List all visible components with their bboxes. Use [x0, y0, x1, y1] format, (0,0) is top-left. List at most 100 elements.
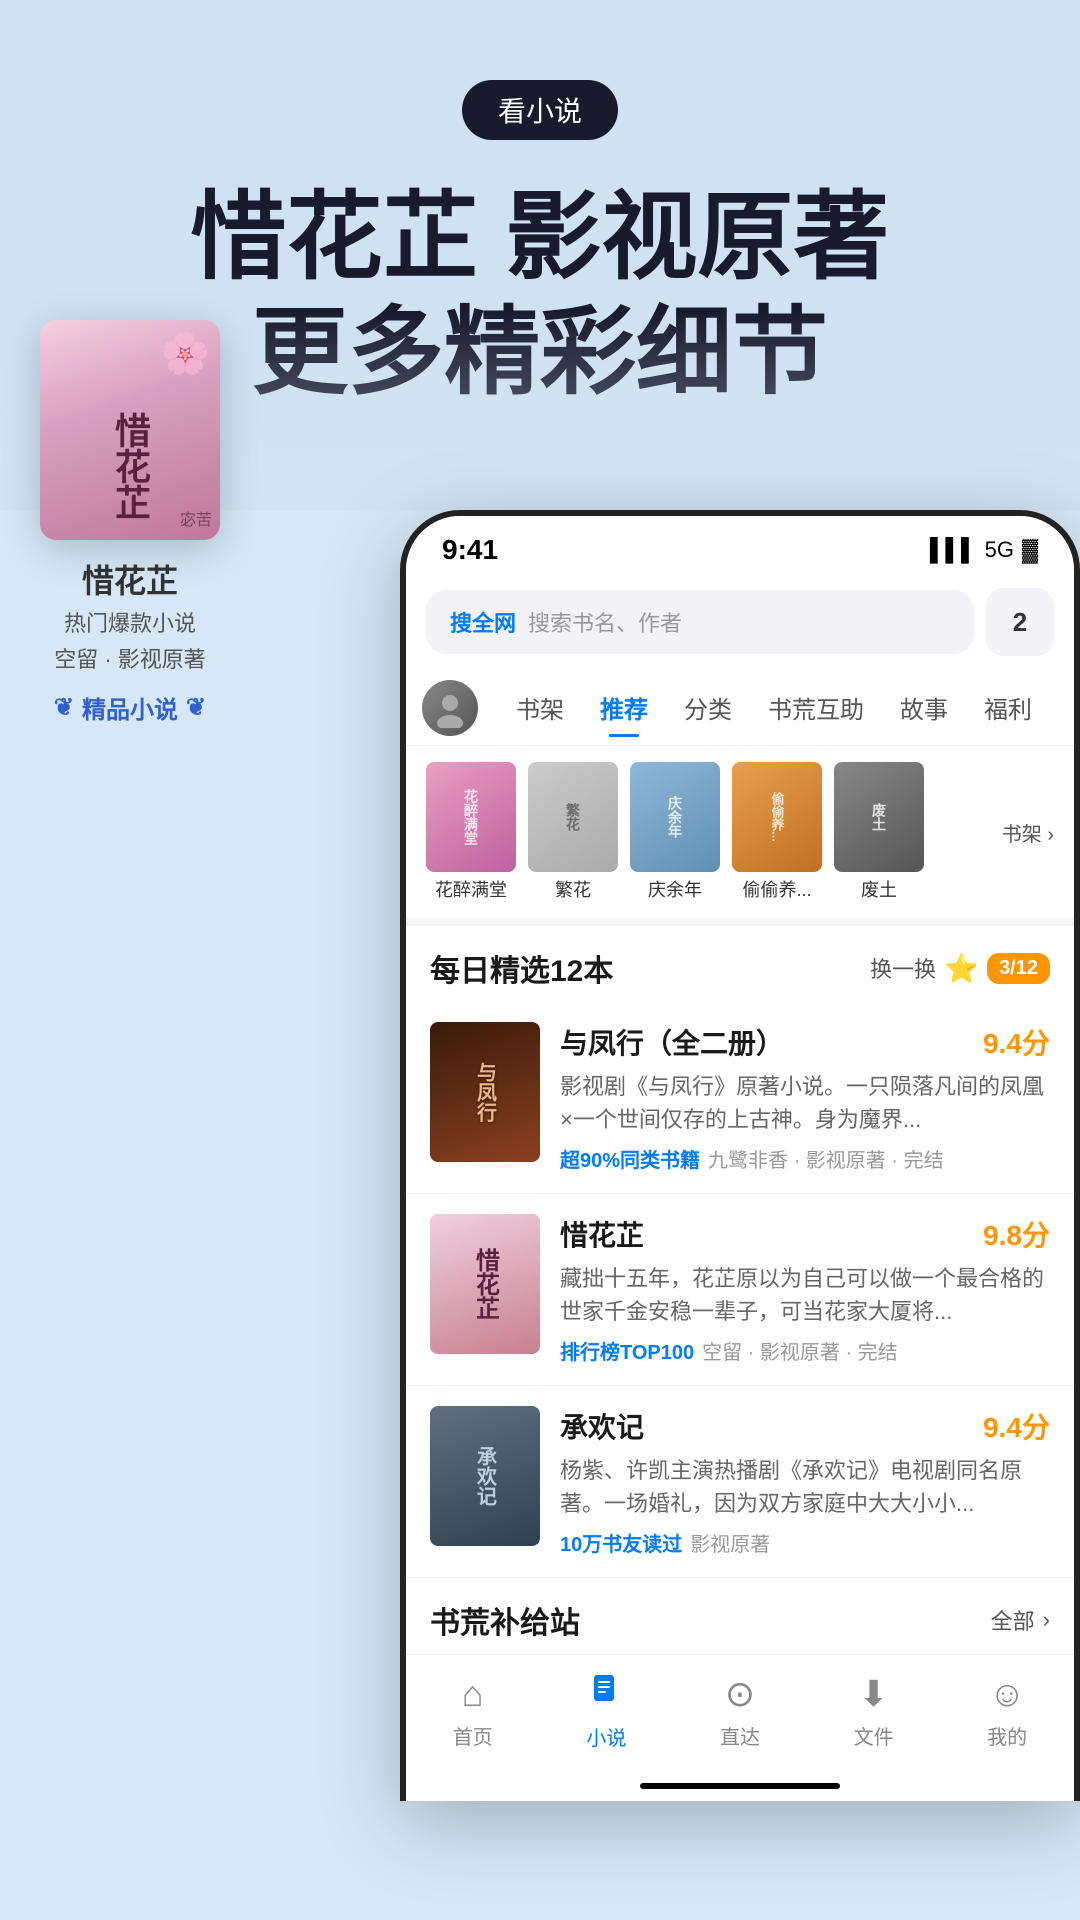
- star-icon: ⭐: [944, 952, 979, 985]
- book-desc-3: 杨紫、许凯主演热播剧《承欢记》电视剧同名原著。一场婚礼，因为双方家庭中大大小小.…: [560, 1454, 1050, 1520]
- premium-badge: 精品小说: [54, 690, 206, 725]
- book-score-2: 9.8分: [983, 1214, 1050, 1254]
- book-item-3[interactable]: 庆余年 庆余年: [630, 762, 720, 902]
- book-info-3: 承欢记 9.4分 杨紫、许凯主演热播剧《承欢记》电视剧同名原著。一场婚礼，因为双…: [560, 1406, 1050, 1557]
- signal-icon: ▌▌▌: [930, 537, 977, 563]
- book-info-2: 惜花芷 9.8分 藏拙十五年，花芷原以为自己可以做一个最合格的世家千金安稳一辈子…: [560, 1214, 1050, 1365]
- bookshelf-link-text: 书架 ›: [1002, 818, 1054, 847]
- left-book-cover: 🌸 惜花芷 宓苦: [40, 320, 220, 540]
- search-placeholder: 搜索书名、作者: [528, 606, 682, 638]
- app-tag-badge: 看小说: [462, 80, 618, 140]
- network-icon: 5G: [985, 537, 1014, 563]
- bottom-nav-novel[interactable]: 小说: [566, 1671, 646, 1751]
- book-desc-2: 藏拙十五年，花芷原以为自己可以做一个最合格的世家千金安稳一辈子，可当花家大厦将.…: [560, 1262, 1050, 1328]
- nav-avatar[interactable]: [422, 680, 478, 736]
- book-title-row-2: 惜花芷 9.8分: [560, 1214, 1050, 1254]
- book-thumb-5: 废土: [834, 762, 924, 872]
- supply-title: 书荒补给站: [430, 1598, 580, 1642]
- status-icons: ▌▌▌ 5G ▓: [930, 537, 1038, 563]
- supply-section-header: 书荒补给站 全部 ›: [406, 1578, 1074, 1654]
- left-book-subtitle: 热门爆款小说: [64, 606, 196, 638]
- supply-action[interactable]: 全部 ›: [991, 1604, 1050, 1636]
- book-title-row-1: 与凤行（全二册） 9.4分: [560, 1022, 1050, 1062]
- tab-welfare[interactable]: 福利: [966, 678, 1050, 737]
- book-tags-3: 10万书友读过 影视原著: [560, 1528, 1050, 1557]
- book-tag-blue-3: 10万书友读过: [560, 1528, 682, 1557]
- book-title-2: 惜花芷: [560, 1214, 644, 1254]
- action-label: 换一换: [870, 952, 936, 984]
- left-book-subtitle2: 空留 · 影视原著: [54, 642, 206, 674]
- search-bar: 搜全网 搜索书名、作者 2: [406, 574, 1074, 670]
- home-icon: ⌂: [462, 1673, 484, 1715]
- book-score-1: 9.4分: [983, 1022, 1050, 1062]
- profile-icon: ☺: [989, 1673, 1026, 1715]
- novel-icon: [588, 1671, 624, 1716]
- book-thumb-4: 偷偷养...: [732, 762, 822, 872]
- book-item-2[interactable]: 繁花 繁花: [528, 762, 618, 902]
- supply-action-label: 全部: [991, 1604, 1035, 1636]
- bottom-nav-home-label: 首页: [453, 1721, 493, 1750]
- book-tag-gray-1: 九鹭非香 · 影视原著 · 完结: [708, 1144, 944, 1173]
- bottom-nav-direct[interactable]: ⊙ 直达: [700, 1673, 780, 1750]
- book-info-1: 与凤行（全二册） 9.4分 影视剧《与凤行》原著小说。一只陨落凡间的凤凰×一个世…: [560, 1022, 1050, 1173]
- book-tag-blue-1: 超90%同类书籍: [560, 1144, 700, 1173]
- book-label-2: 繁花: [555, 876, 591, 902]
- bottom-nav-direct-label: 直达: [720, 1721, 760, 1750]
- bottom-nav: ⌂ 首页 小说 ⊙ 直达 ⬇ 文件: [406, 1654, 1074, 1775]
- status-time: 9:41: [442, 534, 498, 566]
- book-cover-3: 承欢记: [430, 1406, 540, 1546]
- download-icon: ⬇: [858, 1673, 888, 1715]
- book-item-5[interactable]: 废土 废土: [834, 762, 924, 902]
- status-bar: 9:41 ▌▌▌ 5G ▓: [406, 516, 1074, 574]
- battery-icon: ▓: [1022, 537, 1038, 563]
- book-list-item-2[interactable]: 惜花芷 惜花芷 9.8分 藏拙十五年，花芷原以为自己可以做一个最合格的世家千金安…: [406, 1194, 1074, 1386]
- tab-category[interactable]: 分类: [666, 678, 750, 737]
- book-thumb-2: 繁花: [528, 762, 618, 872]
- book-list-item-3[interactable]: 承欢记 承欢记 9.4分 杨紫、许凯主演热播剧《承欢记》电视剧同名原著。一场婚礼…: [406, 1386, 1074, 1578]
- search-nav-icon: ⊙: [725, 1673, 755, 1715]
- book-item-4[interactable]: 偷偷养... 偷偷养...: [732, 762, 822, 902]
- book-thumb-3: 庆余年: [630, 762, 720, 872]
- book-thumb-1: 花醉满堂: [426, 762, 516, 872]
- bottom-nav-file[interactable]: ⬇ 文件: [834, 1673, 914, 1750]
- book-cover-2: 惜花芷: [430, 1214, 540, 1354]
- book-cover-1: 与凤行: [430, 1022, 540, 1162]
- bottom-nav-mine-label: 我的: [987, 1721, 1027, 1750]
- book-tag-gray-3: 影视原著: [690, 1528, 770, 1557]
- bottom-nav-mine[interactable]: ☺ 我的: [967, 1673, 1047, 1750]
- book-label-1: 花醉满堂: [435, 876, 507, 902]
- book-label-3: 庆余年: [648, 876, 702, 902]
- search-label: 搜全网: [450, 606, 516, 638]
- book-tags-1: 超90%同类书籍 九鹭非香 · 影视原著 · 完结: [560, 1144, 1050, 1173]
- daily-section-action[interactable]: 换一换 ⭐ 3/12: [870, 952, 1050, 985]
- book-item-1[interactable]: 花醉满堂 花醉满堂: [426, 762, 516, 902]
- book-tag-blue-2: 排行榜TOP100: [560, 1336, 694, 1365]
- home-indicator-bar: [406, 1775, 1074, 1801]
- book-score-3: 9.4分: [983, 1406, 1050, 1446]
- page-badge: 3/12: [987, 953, 1050, 984]
- search-input-area[interactable]: 搜全网 搜索书名、作者: [426, 590, 974, 654]
- book-title-3: 承欢记: [560, 1406, 644, 1446]
- left-book-title: 惜花芷: [82, 556, 178, 602]
- book-list-item-1[interactable]: 与凤行 与凤行（全二册） 9.4分 影视剧《与凤行》原著小说。一只陨落凡间的凤凰…: [406, 1002, 1074, 1194]
- book-label-5: 废土: [861, 876, 897, 902]
- book-title-1: 与凤行（全二册）: [560, 1022, 784, 1062]
- daily-section-title: 每日精选12本: [430, 946, 613, 990]
- bottom-nav-file-label: 文件: [854, 1721, 894, 1750]
- bookshelf-link[interactable]: 书架 ›: [1002, 818, 1054, 847]
- book-tags-2: 排行榜TOP100 空留 · 影视原著 · 完结: [560, 1336, 1050, 1365]
- book-desc-1: 影视剧《与凤行》原著小说。一只陨落凡间的凤凰×一个世间仅存的上古神。身为魔界..…: [560, 1070, 1050, 1136]
- tab-book-drought[interactable]: 书荒互助: [750, 678, 882, 737]
- left-book-float[interactable]: 🌸 惜花芷 宓苦 惜花芷 热门爆款小说 空留 · 影视原著 精品小说: [40, 320, 220, 725]
- search-btn[interactable]: 2: [986, 588, 1054, 656]
- tab-recommend[interactable]: 推荐: [582, 678, 666, 737]
- tab-bookshelf[interactable]: 书架: [498, 678, 582, 737]
- top-promo-section: 看小说 惜花芷 影视原著 更多精彩细节 🌸 惜花芷 宓苦 惜花芷 热门爆款小说 …: [0, 0, 1080, 510]
- tab-story[interactable]: 故事: [882, 678, 966, 737]
- phone-mockup: 9:41 ▌▌▌ 5G ▓ 搜全网 搜索书名、作者 2 书架 推荐 分类 书荒互…: [400, 510, 1080, 1801]
- home-indicator: [640, 1783, 840, 1789]
- bottom-nav-novel-label: 小说: [586, 1722, 626, 1751]
- book-tag-gray-2: 空留 · 影视原著 · 完结: [702, 1336, 898, 1365]
- bottom-nav-home[interactable]: ⌂ 首页: [433, 1673, 513, 1750]
- supply-chevron: ›: [1043, 1607, 1050, 1633]
